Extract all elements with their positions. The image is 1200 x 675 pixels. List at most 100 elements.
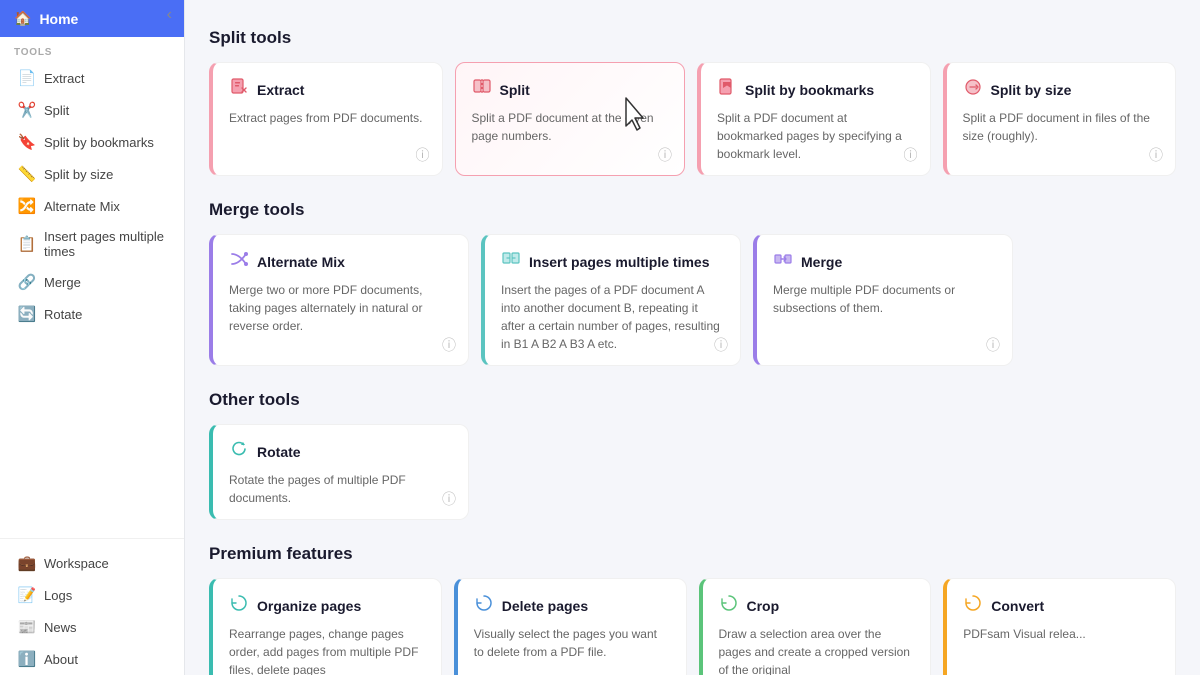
insert-pages-info-icon[interactable]: ⓘ (714, 335, 728, 355)
sidebar-item-label: Workspace (44, 556, 109, 571)
split-card-desc: Split a PDF document at the given page n… (472, 109, 669, 145)
tool-card-header: Split (472, 77, 669, 102)
alternate-mix-card-desc: Merge two or more PDF documents, taking … (229, 281, 452, 335)
tool-card-split[interactable]: Split Split a PDF document at the given … (455, 62, 686, 176)
rotate-icon: 🔄 (18, 305, 36, 323)
sidebar-collapse-button[interactable]: ‹ (163, 2, 176, 28)
sidebar-item-label: Extract (44, 71, 84, 86)
merge-info-icon[interactable]: ⓘ (986, 335, 1000, 355)
rotate-card-icon (229, 439, 249, 464)
sidebar-item-split-by-bookmarks[interactable]: 🔖 Split by bookmarks (4, 126, 180, 158)
tool-card-delete-pages[interactable]: Delete pages Visually select the pages y… (454, 578, 687, 675)
sidebar-item-alternate-mix[interactable]: 🔀 Alternate Mix (4, 190, 180, 222)
sidebar-item-split[interactable]: ✂️ Split (4, 94, 180, 126)
sidebar-item-rotate[interactable]: 🔄 Rotate (4, 298, 180, 330)
merge-tools-grid: Alternate Mix Merge two or more PDF docu… (209, 234, 1176, 366)
split-bookmarks-info-icon[interactable]: ⓘ (904, 145, 918, 165)
extract-card-title: Extract (257, 82, 304, 98)
premium-features-title: Premium features (209, 544, 1176, 564)
split-size-card-title: Split by size (991, 82, 1072, 98)
other-tools-title: Other tools (209, 390, 1176, 410)
split-bookmarks-icon: 🔖 (18, 133, 36, 151)
sidebar-item-label: Logs (44, 588, 72, 603)
delete-pages-card-desc: Visually select the pages you want to de… (474, 625, 670, 661)
split-bookmarks-card-icon (717, 77, 737, 102)
sidebar-home-label: Home (39, 11, 78, 27)
insert-pages-card-desc: Insert the pages of a PDF document A int… (501, 281, 724, 353)
organize-pages-card-icon (229, 593, 249, 618)
sidebar-item-insert-pages-multiple[interactable]: 📋 Insert pages multiple times (4, 222, 180, 266)
split-size-card-icon (963, 77, 983, 102)
sidebar-item-extract[interactable]: 📄 Extract (4, 62, 180, 94)
split-icon: ✂️ (18, 101, 36, 119)
tool-card-split-by-bookmarks[interactable]: Split by bookmarks Split a PDF document … (697, 62, 931, 176)
sidebar-item-label: Split by bookmarks (44, 135, 154, 150)
tool-card-header: Alternate Mix (229, 249, 452, 274)
sidebar-item-news[interactable]: 📰 News (4, 611, 180, 643)
sidebar-bottom-section: 💼 Workspace 📝 Logs 📰 News ℹ️ About (0, 530, 184, 675)
sidebar-divider (0, 538, 184, 539)
extract-info-icon[interactable]: ⓘ (416, 145, 430, 165)
tool-card-header: Insert pages multiple times (501, 249, 724, 274)
tool-card-rotate[interactable]: Rotate Rotate the pages of multiple PDF … (209, 424, 469, 520)
tool-card-insert-pages-multiple[interactable]: Insert pages multiple times Insert the p… (481, 234, 741, 366)
rotate-card-title: Rotate (257, 444, 301, 460)
split-card-title: Split (500, 82, 530, 98)
organize-pages-card-desc: Rearrange pages, change pages order, add… (229, 625, 425, 675)
split-size-card-desc: Split a PDF document in files of the siz… (963, 109, 1160, 145)
split-card-icon (472, 77, 492, 102)
rotate-info-icon[interactable]: ⓘ (442, 489, 456, 509)
merge-icon: 🔗 (18, 273, 36, 291)
sidebar-item-label: Alternate Mix (44, 199, 120, 214)
tool-card-header: Delete pages (474, 593, 670, 618)
alternate-mix-card-title: Alternate Mix (257, 254, 345, 270)
extract-card-desc: Extract pages from PDF documents. (229, 109, 426, 127)
premium-tools-grid: Organize pages Rearrange pages, change p… (209, 578, 1176, 675)
tool-card-crop[interactable]: Crop Draw a selection area over the page… (699, 578, 932, 675)
split-size-info-icon[interactable]: ⓘ (1149, 145, 1163, 165)
organize-pages-card-title: Organize pages (257, 598, 361, 614)
convert-card-desc: PDFsam Visual relea... (963, 625, 1159, 643)
insert-pages-card-title: Insert pages multiple times (529, 254, 710, 270)
convert-card-title: Convert (991, 598, 1044, 614)
split-bookmarks-card-desc: Split a PDF document at bookmarked pages… (717, 109, 914, 163)
extract-icon: 📄 (18, 69, 36, 87)
alternate-mix-info-icon[interactable]: ⓘ (442, 335, 456, 355)
workspace-icon: 💼 (18, 554, 36, 572)
tool-card-merge[interactable]: Merge Merge multiple PDF documents or su… (753, 234, 1013, 366)
tool-card-header: Split by bookmarks (717, 77, 914, 102)
sidebar-item-split-by-size[interactable]: 📏 Split by size (4, 158, 180, 190)
sidebar-item-workspace[interactable]: 💼 Workspace (4, 547, 180, 579)
tool-card-split-by-size[interactable]: Split by size Split a PDF document in fi… (943, 62, 1177, 176)
delete-pages-card-title: Delete pages (502, 598, 588, 614)
insert-pages-icon: 📋 (18, 235, 36, 253)
tool-card-alternate-mix[interactable]: Alternate Mix Merge two or more PDF docu… (209, 234, 469, 366)
sidebar-item-label: Merge (44, 275, 81, 290)
tool-card-header: Crop (719, 593, 915, 618)
tool-card-header: Rotate (229, 439, 452, 464)
alternate-mix-card-icon (229, 249, 249, 274)
tool-card-convert[interactable]: Convert PDFsam Visual relea... (943, 578, 1176, 675)
tool-card-organize-pages[interactable]: Organize pages Rearrange pages, change p… (209, 578, 442, 675)
extract-card-icon (229, 77, 249, 102)
sidebar-item-merge[interactable]: 🔗 Merge (4, 266, 180, 298)
split-info-icon[interactable]: ⓘ (658, 145, 672, 165)
tool-card-header: Organize pages (229, 593, 425, 618)
crop-card-desc: Draw a selection area over the pages and… (719, 625, 915, 675)
crop-card-title: Crop (747, 598, 780, 614)
sidebar-home-item[interactable]: 🏠 Home (0, 0, 184, 37)
split-bookmarks-card-title: Split by bookmarks (745, 82, 874, 98)
sidebar-item-logs[interactable]: 📝 Logs (4, 579, 180, 611)
sidebar-item-label: News (44, 620, 77, 635)
rotate-card-desc: Rotate the pages of multiple PDF documen… (229, 471, 452, 507)
delete-pages-card-icon (474, 593, 494, 618)
tool-card-extract[interactable]: Extract Extract pages from PDF documents… (209, 62, 443, 176)
tool-card-header: Extract (229, 77, 426, 102)
convert-card-icon (963, 593, 983, 618)
merge-card-icon (773, 249, 793, 274)
crop-card-icon (719, 593, 739, 618)
news-icon: 📰 (18, 618, 36, 636)
sidebar-item-about[interactable]: ℹ️ About (4, 643, 180, 675)
merge-card-desc: Merge multiple PDF documents or subsecti… (773, 281, 996, 317)
merge-card-title: Merge (801, 254, 842, 270)
